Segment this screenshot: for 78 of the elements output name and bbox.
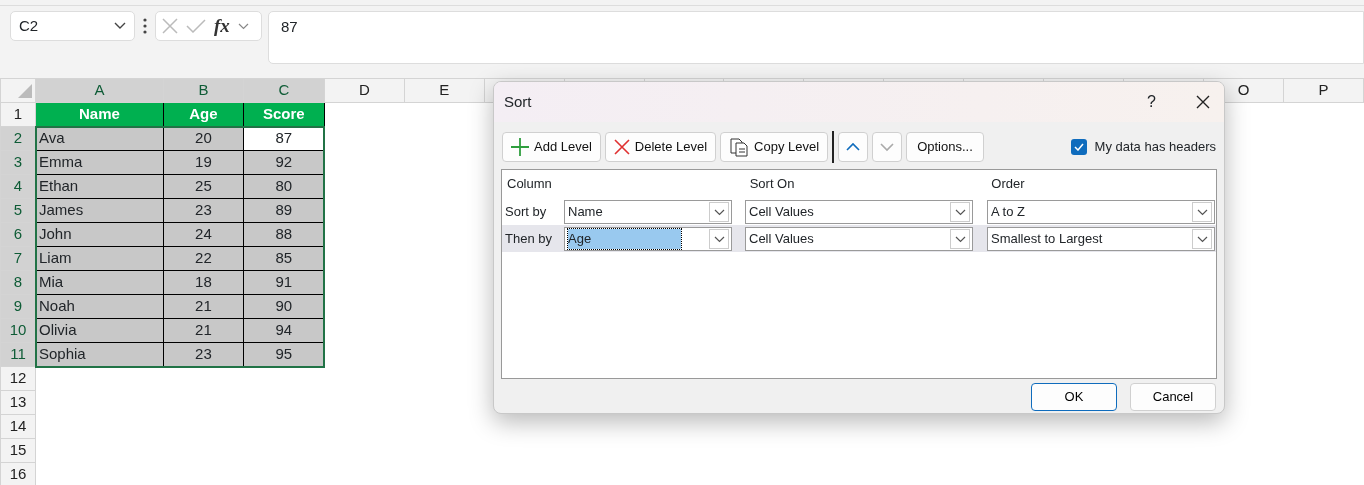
column-header: Column	[507, 176, 552, 192]
sort-on-dropdown[interactable]: Cell Values	[745, 227, 973, 251]
table-cell: Emma	[35, 150, 164, 175]
sort-level-row[interactable]: Then by Age Cell Values Smallest to Largest	[502, 225, 1216, 252]
order-dropdown[interactable]: A to Z	[987, 200, 1215, 224]
column-header[interactable]: P	[1283, 78, 1364, 103]
row-header[interactable]: 15	[0, 438, 36, 463]
chevron-down-icon	[954, 235, 966, 243]
move-up-button[interactable]	[838, 132, 869, 162]
select-all-icon[interactable]	[18, 83, 32, 98]
chevron-down-icon	[114, 22, 126, 30]
column-header[interactable]: C	[243, 78, 325, 103]
sort-level-row[interactable]: Sort by Name Cell Values A to Z	[502, 198, 1216, 225]
add-level-button[interactable]: Add Level	[502, 132, 601, 162]
chevron-down-icon	[1196, 235, 1208, 243]
row-header[interactable]: 10	[0, 318, 36, 343]
column-header[interactable]: A	[35, 78, 164, 103]
chevron-down-icon[interactable]	[237, 22, 249, 30]
options-button[interactable]: Options...	[906, 132, 984, 162]
ok-button[interactable]: OK	[1031, 383, 1117, 411]
column-header: Order	[991, 176, 1025, 192]
order-dropdown[interactable]: Smallest to Largest	[987, 227, 1215, 251]
table-cell: Sophia	[35, 342, 164, 367]
sort-on-dropdown[interactable]: Cell Values	[745, 200, 973, 224]
cancel-button[interactable]: Cancel	[1130, 383, 1216, 411]
copy-icon	[729, 137, 750, 157]
table-cell: Ava	[35, 126, 164, 151]
chevron-down-icon	[879, 141, 896, 153]
row-header[interactable]: 14	[0, 414, 36, 439]
delete-level-button[interactable]: Delete Level	[604, 132, 717, 162]
row-header[interactable]: 13	[0, 390, 36, 415]
chevron-down-icon	[713, 235, 725, 243]
cancel-icon[interactable]	[162, 18, 178, 34]
row-header[interactable]: 4	[0, 174, 36, 199]
row-header[interactable]: 1	[0, 102, 36, 127]
table-cell: Noah	[35, 294, 164, 319]
table-cell: Liam	[35, 246, 164, 271]
row-header[interactable]: 11	[0, 342, 36, 367]
table-cell: Mia	[35, 270, 164, 295]
insert-function-button[interactable]: fx	[214, 11, 230, 41]
checkbox[interactable]	[1070, 139, 1087, 155]
help-button[interactable]: ?	[1147, 90, 1156, 114]
row-header[interactable]: 6	[0, 222, 36, 247]
row-header[interactable]: 12	[0, 366, 36, 391]
plus-icon	[511, 138, 529, 156]
table-cell: Ethan	[35, 174, 164, 199]
check-icon[interactable]	[186, 19, 206, 33]
row-label: Sort by	[505, 203, 547, 219]
row-header[interactable]: 9	[0, 294, 36, 319]
row-header[interactable]: 7	[0, 246, 36, 271]
name-box[interactable]: C2	[10, 11, 135, 41]
chevron-down-icon	[1196, 208, 1208, 216]
close-icon[interactable]	[1196, 95, 1210, 109]
dialog-title: Sort	[504, 91, 532, 112]
copy-level-button[interactable]: Copy Level	[720, 132, 829, 162]
chevron-up-icon	[845, 141, 862, 153]
row-header[interactable]: 5	[0, 198, 36, 223]
column-header[interactable]: E	[404, 78, 485, 103]
row-header[interactable]: 2	[0, 126, 36, 151]
row-header[interactable]: 16	[0, 462, 36, 485]
row-header[interactable]: 3	[0, 150, 36, 175]
row-label: Then by	[505, 230, 552, 246]
table-cell: Olivia	[35, 318, 164, 343]
table-cell: John	[35, 222, 164, 247]
checkmark-icon	[1073, 143, 1084, 151]
row-header[interactable]: 8	[0, 270, 36, 295]
header-cell: Name	[35, 102, 164, 127]
column-dropdown[interactable]: Name	[564, 200, 732, 224]
column-header[interactable]: B	[163, 78, 244, 103]
checkbox-label[interactable]: My data has headers	[1094, 137, 1216, 157]
chevron-down-icon	[954, 208, 966, 216]
column-dropdown[interactable]: Age	[564, 227, 732, 251]
formula-field[interactable]: 87	[268, 11, 1364, 64]
close-icon	[613, 139, 630, 155]
table-cell: James	[35, 198, 164, 223]
column-header: Sort On	[749, 176, 795, 192]
chevron-down-icon	[713, 208, 725, 216]
column-header[interactable]: D	[324, 78, 405, 103]
